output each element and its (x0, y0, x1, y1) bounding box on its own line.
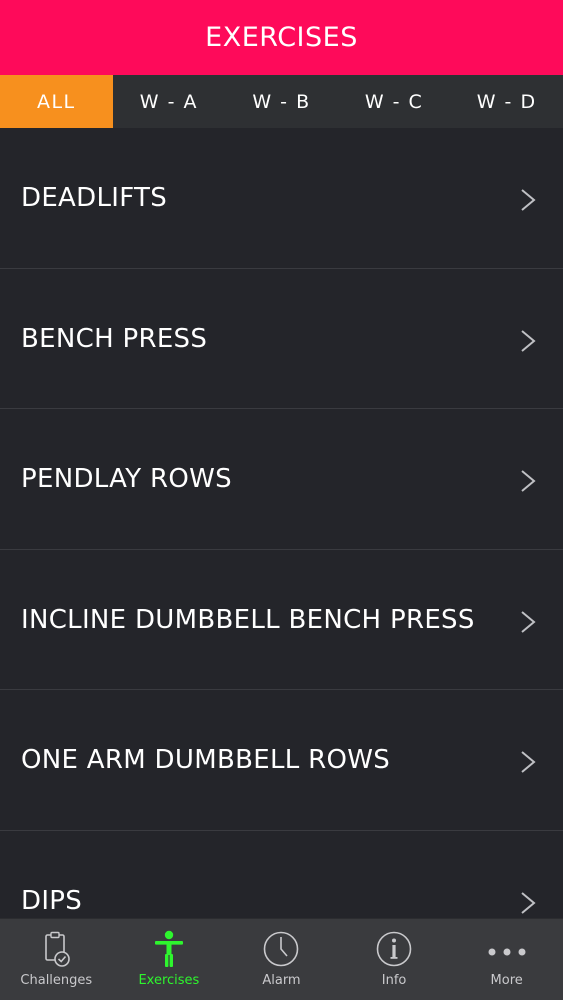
app-screen: EXERCISES ALL W - A W - B W - C W - D DE… (0, 0, 563, 1000)
filter-tabs: ALL W - A W - B W - C W - D (0, 75, 563, 128)
exercise-list: DEADLIFTS BENCH PRESS PENDLAY ROWS INCLI… (0, 128, 563, 918)
exercise-row-bench-press[interactable]: BENCH PRESS (0, 269, 563, 409)
more-dots-icon (488, 948, 526, 956)
chevron-right-icon (521, 751, 536, 773)
tabbar-item-exercises[interactable]: Exercises (113, 919, 226, 1000)
header-bar: EXERCISES (0, 0, 563, 75)
exercise-label: BENCH PRESS (21, 323, 208, 354)
exercise-row-pendlay-rows[interactable]: PENDLAY ROWS (0, 409, 563, 550)
exercise-label: ONE ARM DUMBBELL ROWS (21, 745, 391, 775)
info-icon (376, 931, 412, 967)
tabbar-item-info[interactable]: Info (338, 919, 451, 1000)
chevron-right-icon (521, 329, 536, 352)
tabbar-label: More (490, 973, 523, 988)
tabbar-label: Exercises (138, 973, 200, 988)
tabbar-label: Info (381, 973, 407, 988)
page-title: EXERCISES (205, 22, 358, 53)
exercise-label: DIPS (21, 885, 83, 916)
tabbar-item-alarm[interactable]: Alarm (225, 919, 338, 1000)
chevron-right-icon (521, 891, 536, 914)
exercise-row-deadlifts[interactable]: DEADLIFTS (0, 128, 563, 269)
exercise-row-dips[interactable]: DIPS (0, 831, 563, 919)
chevron-right-icon (521, 470, 536, 492)
tabbar-item-challenges[interactable]: Challenges (0, 919, 113, 1000)
tabbar-label: Challenges (20, 973, 93, 988)
exercise-row-one-arm-dumbbell-rows[interactable]: ONE ARM DUMBBELL ROWS (0, 690, 563, 831)
tab-all[interactable]: ALL (0, 75, 113, 128)
chevron-right-icon (521, 189, 536, 211)
clipboard-check-icon (45, 931, 71, 967)
exercise-row-incline-dumbbell-bench-press[interactable]: INCLINE DUMBBELL BENCH PRESS (0, 550, 563, 690)
exercise-label: DEADLIFTS (21, 183, 167, 213)
exercise-label: INCLINE DUMBBELL BENCH PRESS (21, 604, 475, 635)
person-icon (154, 930, 183, 967)
tab-w-a[interactable]: W - A (113, 75, 226, 128)
tab-w-d[interactable]: W - D (450, 75, 563, 128)
bottom-tab-bar: Challenges Exercises Alarm Info More (0, 918, 563, 1000)
clock-icon (264, 931, 299, 967)
tabbar-label: Alarm (262, 973, 301, 988)
tabbar-item-more[interactable]: More (450, 919, 563, 1000)
tab-w-c[interactable]: W - C (338, 75, 451, 128)
exercise-label: PENDLAY ROWS (21, 464, 232, 494)
chevron-right-icon (521, 610, 536, 633)
tab-w-b[interactable]: W - B (225, 75, 338, 128)
